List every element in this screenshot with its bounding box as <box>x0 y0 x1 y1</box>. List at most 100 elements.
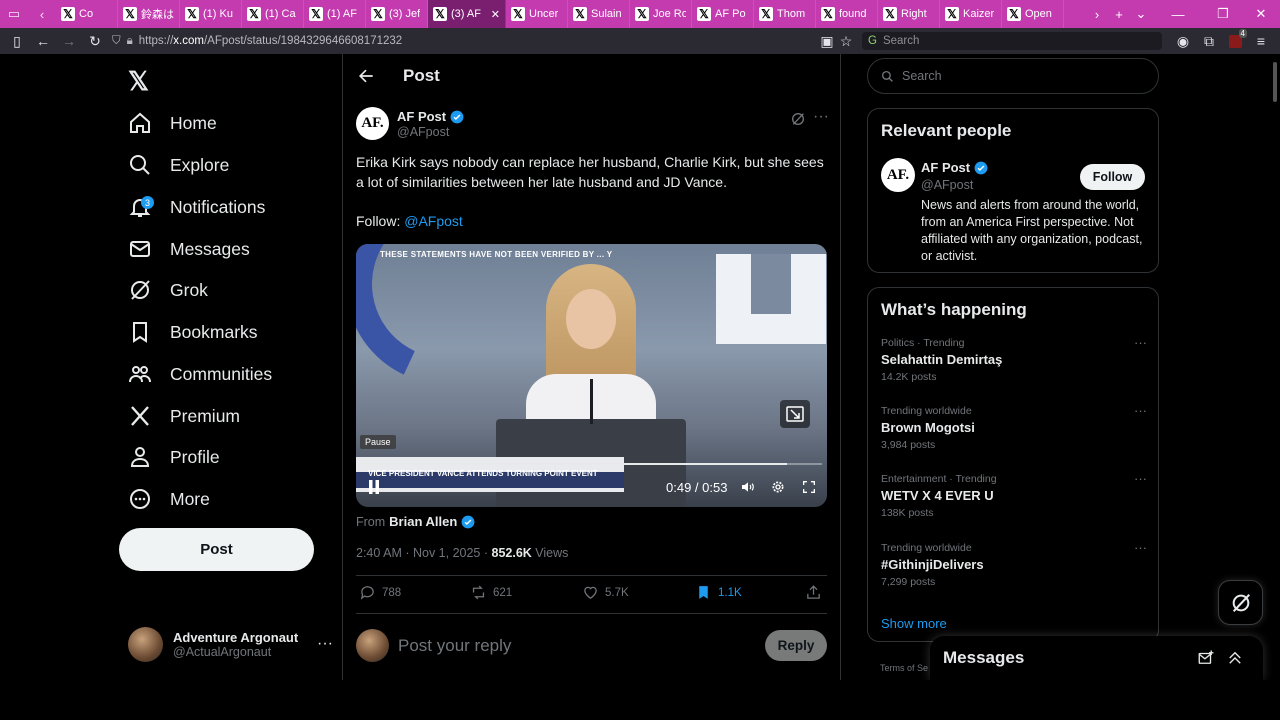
relevant-person-name-row[interactable]: AF Post <box>921 160 988 175</box>
sidebar-item-notifications[interactable]: 3 Notifications <box>128 187 265 227</box>
author-handle[interactable]: @AFpost <box>397 125 449 139</box>
sidebar-item-profile[interactable]: Profile <box>128 437 220 477</box>
sidebar-item-home[interactable]: Home <box>128 103 217 143</box>
browser-tab[interactable]: 𝕏 Thom <box>754 0 816 28</box>
show-more-link[interactable]: Show more <box>881 616 947 631</box>
fullscreen-icon[interactable] <box>801 479 817 495</box>
minimize-icon[interactable]: — <box>1152 0 1204 28</box>
sidebar-item-grok[interactable]: Grok <box>128 270 208 310</box>
new-tab-icon[interactable]: + <box>1108 0 1130 28</box>
grok-explain-icon[interactable] <box>790 111 806 127</box>
back-icon[interactable]: ← <box>30 28 56 54</box>
video-dock-button[interactable] <box>780 400 810 428</box>
trend-item[interactable]: Trending worldwide Brown Mogotsi 3,984 pos… <box>881 403 1147 465</box>
post-timestamp[interactable]: 2:40 AM · Nov 1, 2025 · <box>356 546 488 560</box>
sidebar-item-premium[interactable]: Premium <box>128 396 240 436</box>
relevant-person-handle[interactable]: @AFpost <box>921 178 973 192</box>
reload-icon[interactable]: ↻ <box>82 28 108 54</box>
restore-icon[interactable]: ❐ <box>1204 0 1242 28</box>
browser-tab[interactable]: 𝕏 鈴森は <box>118 0 180 28</box>
browser-tab[interactable]: 𝕏 (1) Ca <box>242 0 304 28</box>
pause-icon[interactable] <box>368 480 380 494</box>
browser-tab[interactable]: 𝕏 (3) AF ✕ <box>428 0 506 28</box>
messages-drawer[interactable]: Messages <box>930 636 1263 680</box>
bookmark-star-icon[interactable]: ☆ <box>833 28 859 54</box>
trend-category: Trending worldwide <box>881 542 972 554</box>
menu-icon[interactable]: ≡ <box>1248 28 1274 54</box>
relevant-person-avatar[interactable]: AF. <box>881 158 915 192</box>
scroll-tabs-right-icon[interactable]: › <box>1086 0 1108 28</box>
trend-more-icon[interactable]: ··· <box>1134 471 1147 486</box>
follow-button[interactable]: Follow <box>1080 164 1145 190</box>
ublock-extension-icon[interactable]: 4 <box>1222 28 1248 54</box>
volume-icon[interactable] <box>740 479 756 495</box>
trend-more-icon[interactable]: ··· <box>1134 403 1147 418</box>
trend-more-icon[interactable]: ··· <box>1134 540 1147 555</box>
close-tab-icon[interactable]: ✕ <box>491 8 500 21</box>
sidebar-item-label: Home <box>170 112 217 133</box>
from-name-link[interactable]: Brian Allen <box>389 514 457 529</box>
close-window-icon[interactable]: ✕ <box>1242 0 1280 28</box>
reply-button[interactable]: Reply <box>765 630 827 661</box>
browser-search-field[interactable]: G Search <box>862 32 1162 50</box>
page-scrollbar[interactable] <box>1273 62 1277 102</box>
sidebar-item-messages[interactable]: Messages <box>128 229 250 269</box>
trend-item[interactable]: Trending worldwide #GithinjiDelivers 7,299… <box>881 540 1147 602</box>
new-message-icon[interactable] <box>1197 649 1215 667</box>
grok-floating-button[interactable] <box>1218 580 1263 625</box>
browser-tab[interactable]: 𝕏 Open <box>1002 0 1064 28</box>
reply-input[interactable]: Post your reply <box>398 636 511 656</box>
sidebar-item-more[interactable]: More <box>128 479 210 519</box>
browser-tab[interactable]: 𝕏 Uncer <box>506 0 568 28</box>
browser-tab[interactable]: 𝕏 (1) Ku <box>180 0 242 28</box>
bookmark-action[interactable]: 1.1K <box>695 584 742 601</box>
forward-icon[interactable]: → <box>56 28 82 54</box>
settings-gear-icon[interactable] <box>770 479 786 495</box>
sidebar-item-communities[interactable]: Communities <box>128 354 272 394</box>
author-name-row[interactable]: AF Post <box>397 109 464 124</box>
browser-tab[interactable]: 𝕏 Right <box>878 0 940 28</box>
expand-drawer-icon[interactable] <box>1226 649 1244 667</box>
back-arrow-icon[interactable] <box>356 66 376 86</box>
sidebar-toggle-icon[interactable]: ▯ <box>4 28 30 54</box>
sidebar-item-label: Profile <box>170 446 220 467</box>
trend-more-icon[interactable]: ··· <box>1134 335 1147 350</box>
video-player[interactable]: THESE STATEMENTS HAVE NOT BEEN VERIFIED … <box>356 244 827 507</box>
account-icon[interactable]: ◉ <box>1170 28 1196 54</box>
terms-link[interactable]: Terms of Se <box>880 663 928 673</box>
sidebar-item-bookmarks[interactable]: Bookmarks <box>128 312 258 352</box>
like-action[interactable]: 5.7K <box>582 584 629 601</box>
relevant-person-name[interactable]: AF Post <box>921 160 970 175</box>
more-horizontal-icon[interactable]: ··· <box>317 635 333 653</box>
x-logo-icon[interactable]: 𝕏 <box>128 66 149 97</box>
browser-tab[interactable]: 𝕏 Co <box>56 0 118 28</box>
reply-action[interactable]: 788 <box>359 584 401 601</box>
tab-list-chevron-icon[interactable]: ⌄ <box>1130 0 1152 28</box>
trend-item[interactable]: Politics · Trending Selahattin Demirtaş 14… <box>881 335 1147 397</box>
post-more-icon[interactable]: ··· <box>813 108 829 126</box>
browser-tab[interactable]: 𝕏 (3) Jef <box>366 0 428 28</box>
scroll-tabs-left-icon[interactable]: ‹ <box>28 0 56 28</box>
address-bar[interactable]: ⛉ 🔒︎ https://x.com/AFpost/status/1984329… <box>112 35 802 48</box>
follow-line: Follow: @AFpost <box>356 213 463 229</box>
extensions-icon[interactable]: ⧉ <box>1196 28 1222 54</box>
browser-tab[interactable]: 𝕏found <box>816 0 878 28</box>
author-avatar[interactable]: AF. <box>356 107 389 140</box>
main-column: Post AF. AF Post @AFpost ··· Erika Kirk … <box>342 54 841 680</box>
tab-overview-icon[interactable]: ▭ <box>0 0 28 28</box>
trend-item[interactable]: Entertainment · Trending WETV X 4 EVER U 1… <box>881 471 1147 533</box>
browser-tab[interactable]: 𝕏 Kaizer <box>940 0 1002 28</box>
browser-tab[interactable]: 𝕏 Joe Ro <box>630 0 692 28</box>
browser-tab[interactable]: 𝕏 (1) AF <box>304 0 366 28</box>
video-progress-bar[interactable] <box>356 463 822 465</box>
sidebar-item-explore[interactable]: Explore <box>128 145 229 185</box>
share-action[interactable] <box>805 584 822 601</box>
post-button[interactable]: Post <box>119 528 314 571</box>
account-switcher[interactable]: Adventure Argonaut @ActualArgonaut ··· <box>128 624 333 664</box>
search-input[interactable]: Search <box>867 58 1159 94</box>
browser-tab[interactable]: 𝕏 AF Po <box>692 0 754 28</box>
author-name[interactable]: AF Post <box>397 109 446 124</box>
browser-tab[interactable]: 𝕏 Sulain <box>568 0 630 28</box>
mention-link[interactable]: @AFpost <box>404 213 463 229</box>
repost-action[interactable]: 621 <box>470 584 512 601</box>
